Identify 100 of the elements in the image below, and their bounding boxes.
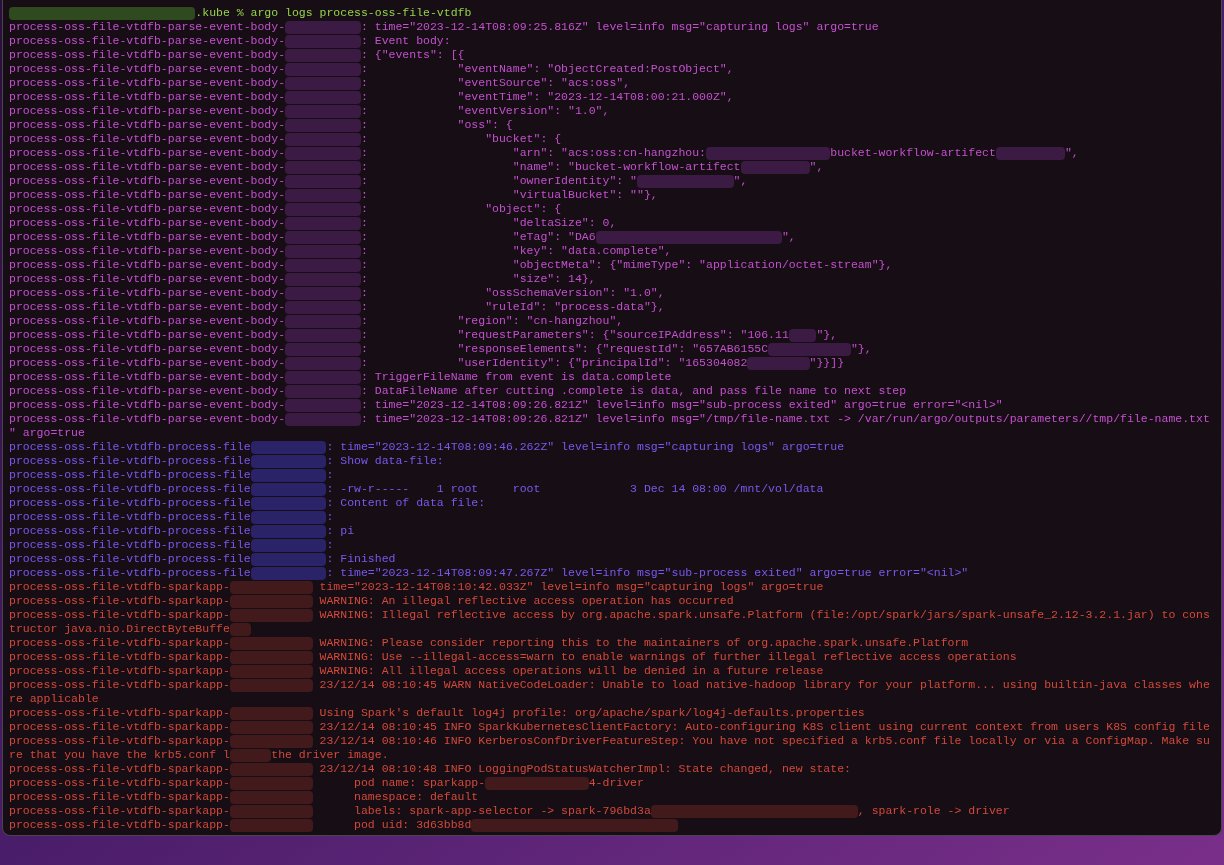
- pod-name: process-oss-file-vtdfb-parse-event-body-: [9, 216, 286, 230]
- pod-name: process-oss-file-vtdfb-parse-event-body-: [9, 76, 286, 90]
- log-message: Show data-file:: [340, 454, 444, 468]
- log-separator: :: [360, 258, 368, 272]
- pod-name: process-oss-file-vtdfb-process-file: [9, 524, 251, 538]
- pod-name: process-oss-file-vtdfb-parse-event-body-: [9, 328, 286, 342]
- pod-name: process-oss-file-vtdfb-parse-event-body-: [9, 62, 286, 76]
- pod-name: process-oss-file-vtdfb-parse-event-body-: [9, 20, 286, 34]
- pod-name: process-oss-file-vtdfb-parse-event-body-: [9, 384, 286, 398]
- pod-name: process-oss-file-vtdfb-parse-event-body-: [9, 160, 286, 174]
- command-prompt: .kube % argo logs process-oss-file-vtdfb: [195, 6, 472, 20]
- pod-name: process-oss-file-vtdfb-sparkapp-: [9, 762, 230, 776]
- log-message: Content of data file:: [340, 496, 486, 510]
- log-separator: :: [360, 216, 368, 230]
- log-message: "object": {: [484, 202, 562, 216]
- log-message: "ownerIdentity": ": [511, 174, 637, 188]
- log-message: ",: [809, 160, 824, 174]
- log-message: "userIdentity": {"principalId": "165304082: [456, 356, 748, 370]
- log-message: pod uid: 3d63bb8d: [353, 818, 472, 832]
- log-separator: :: [360, 300, 368, 314]
- log-message: {"events": [{: [374, 48, 465, 62]
- pod-name: process-oss-file-vtdfb-sparkapp-: [9, 580, 230, 594]
- pod-name: process-oss-file-vtdfb-sparkapp-: [9, 664, 230, 678]
- pod-name: process-oss-file-vtdfb-parse-event-body-: [9, 244, 286, 258]
- log-separator: :: [360, 202, 368, 216]
- log-separator: :: [360, 174, 368, 188]
- log-separator: :: [326, 510, 334, 524]
- log-message: bucket-workflow-artifect: [830, 146, 996, 160]
- log-message: "eventVersion": "1.0",: [456, 104, 610, 118]
- pod-name: process-oss-file-vtdfb-parse-event-body-: [9, 286, 286, 300]
- pod-name: process-oss-file-vtdfb-sparkapp-: [9, 636, 230, 650]
- log-message: time="2023-12-14T08:09:25.816Z" level=info msg="capturing logs" argo=true: [374, 20, 879, 34]
- pod-name: process-oss-file-vtdfb-sparkapp-: [9, 776, 230, 790]
- pod-name: process-oss-file-vtdfb-process-file: [9, 510, 251, 524]
- log-message: 23/12/14 08:10:45 WARN NativeCodeLoader: Unable to load native-hadoop library for your platform... using builtin-java classes whe: [319, 678, 1210, 692]
- log-separator: :: [360, 34, 368, 48]
- log-separator: :: [326, 524, 334, 538]
- pod-name: process-oss-file-vtdfb-process-file: [9, 468, 251, 482]
- log-separator: :: [326, 454, 334, 468]
- log-separator: :: [326, 538, 334, 552]
- pod-name: process-oss-file-vtdfb-parse-event-body-: [9, 412, 286, 426]
- log-separator: :: [360, 286, 368, 300]
- pod-name: process-oss-file-vtdfb-sparkapp-: [9, 594, 230, 608]
- log-separator: :: [360, 160, 368, 174]
- log-separator: :: [360, 90, 368, 104]
- redaction-blur: [995, 146, 1065, 160]
- log-message: WARNING: An illegal reflective access operation has occurred: [319, 594, 734, 608]
- pod-name: process-oss-file-vtdfb-parse-event-body-: [9, 202, 286, 216]
- pod-name: process-oss-file-vtdfb-process-file: [9, 440, 251, 454]
- log-separator: :: [326, 440, 334, 454]
- pod-name: process-oss-file-vtdfb-sparkapp-: [9, 720, 230, 734]
- pod-name: process-oss-file-vtdfb-parse-event-body-: [9, 146, 286, 160]
- log-separator: :: [360, 76, 368, 90]
- pod-name: process-oss-file-vtdfb-parse-event-body-: [9, 342, 286, 356]
- log-message: the driver image.: [271, 748, 389, 762]
- pod-name: process-oss-file-vtdfb-parse-event-body-: [9, 230, 286, 244]
- log-message: pi: [340, 524, 355, 538]
- log-message: namespace: default: [353, 790, 479, 804]
- pod-name: process-oss-file-vtdfb-process-file: [9, 496, 251, 510]
- log-message: "size": 14},: [511, 272, 596, 286]
- log-separator: :: [326, 468, 334, 482]
- log-message: WARNING: All illegal access operations will be denied in a future release: [319, 664, 824, 678]
- log-message: "key": "data.complete",: [511, 244, 672, 258]
- log-message: labels: spark-app-selector -> spark-796bd3a: [353, 804, 651, 818]
- log-message: "bucket": {: [484, 132, 562, 146]
- log-message: "eventTime": "2023-12-14T08:00:21.000Z",: [456, 90, 734, 104]
- pod-name: process-oss-file-vtdfb-process-file: [9, 454, 251, 468]
- log-message: WARNING: Please consider reporting this to the maintainers of org.apache.spark.unsafe.Platform: [319, 636, 969, 650]
- pod-name: process-oss-file-vtdfb-parse-event-body-: [9, 132, 286, 146]
- log-separator: :: [360, 328, 368, 342]
- pod-name: process-oss-file-vtdfb-parse-event-body-: [9, 188, 286, 202]
- pod-name: process-oss-file-vtdfb-sparkapp-: [9, 608, 230, 622]
- log-message: 23/12/14 08:10:46 INFO KerberosConfDriverFeatureStep: You have not specified a krb5.conf file locally or via a ConfigMap. Make su: [319, 734, 1210, 748]
- pod-name: process-oss-file-vtdfb-parse-event-body-: [9, 300, 286, 314]
- log-separator: :: [360, 230, 368, 244]
- log-message: DataFileName after cutting .complete is data, and pass file name to next step: [374, 384, 907, 398]
- pod-name: process-oss-file-vtdfb-process-file: [9, 538, 251, 552]
- log-message: "eTag": "DA6: [511, 230, 596, 244]
- log-message: Finished: [340, 552, 396, 566]
- pod-name: process-oss-file-vtdfb-sparkapp-: [9, 804, 230, 818]
- log-message: time="2023-12-14T08:09:47.267Z" level=info msg="sub-process exited" argo=true error="<nil>": [340, 566, 969, 580]
- log-message: re applicable: [9, 692, 99, 706]
- log-message: "requestParameters": {"sourceIPAddress": "106.11: [456, 328, 789, 342]
- log-message: pod name: sparkapp-: [353, 776, 486, 790]
- log-message: "objectMeta": {"mimeType": "application/octet-stream"},: [511, 258, 893, 272]
- log-separator: :: [360, 370, 368, 384]
- log-message: "ossSchemaVersion": "1.0",: [484, 286, 665, 300]
- log-message: "name": "bucket-workflow-artifect: [511, 160, 741, 174]
- redaction-blur: [747, 356, 810, 370]
- log-separator: :: [360, 384, 368, 398]
- log-separator: :: [326, 552, 334, 566]
- log-separator: :: [360, 104, 368, 118]
- pod-name: process-oss-file-vtdfb-parse-event-body-: [9, 398, 286, 412]
- pod-name: process-oss-file-vtdfb-process-file: [9, 482, 251, 496]
- log-message: WARNING: Illegal reflective access by org.apache.spark.unsafe.Platform (file:/opt/spark/jars/spark-unsafe_2.12-3.2.1.jar) to cons: [319, 608, 1210, 622]
- log-message: "oss": {: [456, 118, 513, 132]
- log-separator: :: [326, 566, 334, 580]
- log-separator: :: [326, 482, 334, 496]
- log-separator: :: [360, 244, 368, 258]
- pod-name: process-oss-file-vtdfb-parse-event-body-: [9, 104, 286, 118]
